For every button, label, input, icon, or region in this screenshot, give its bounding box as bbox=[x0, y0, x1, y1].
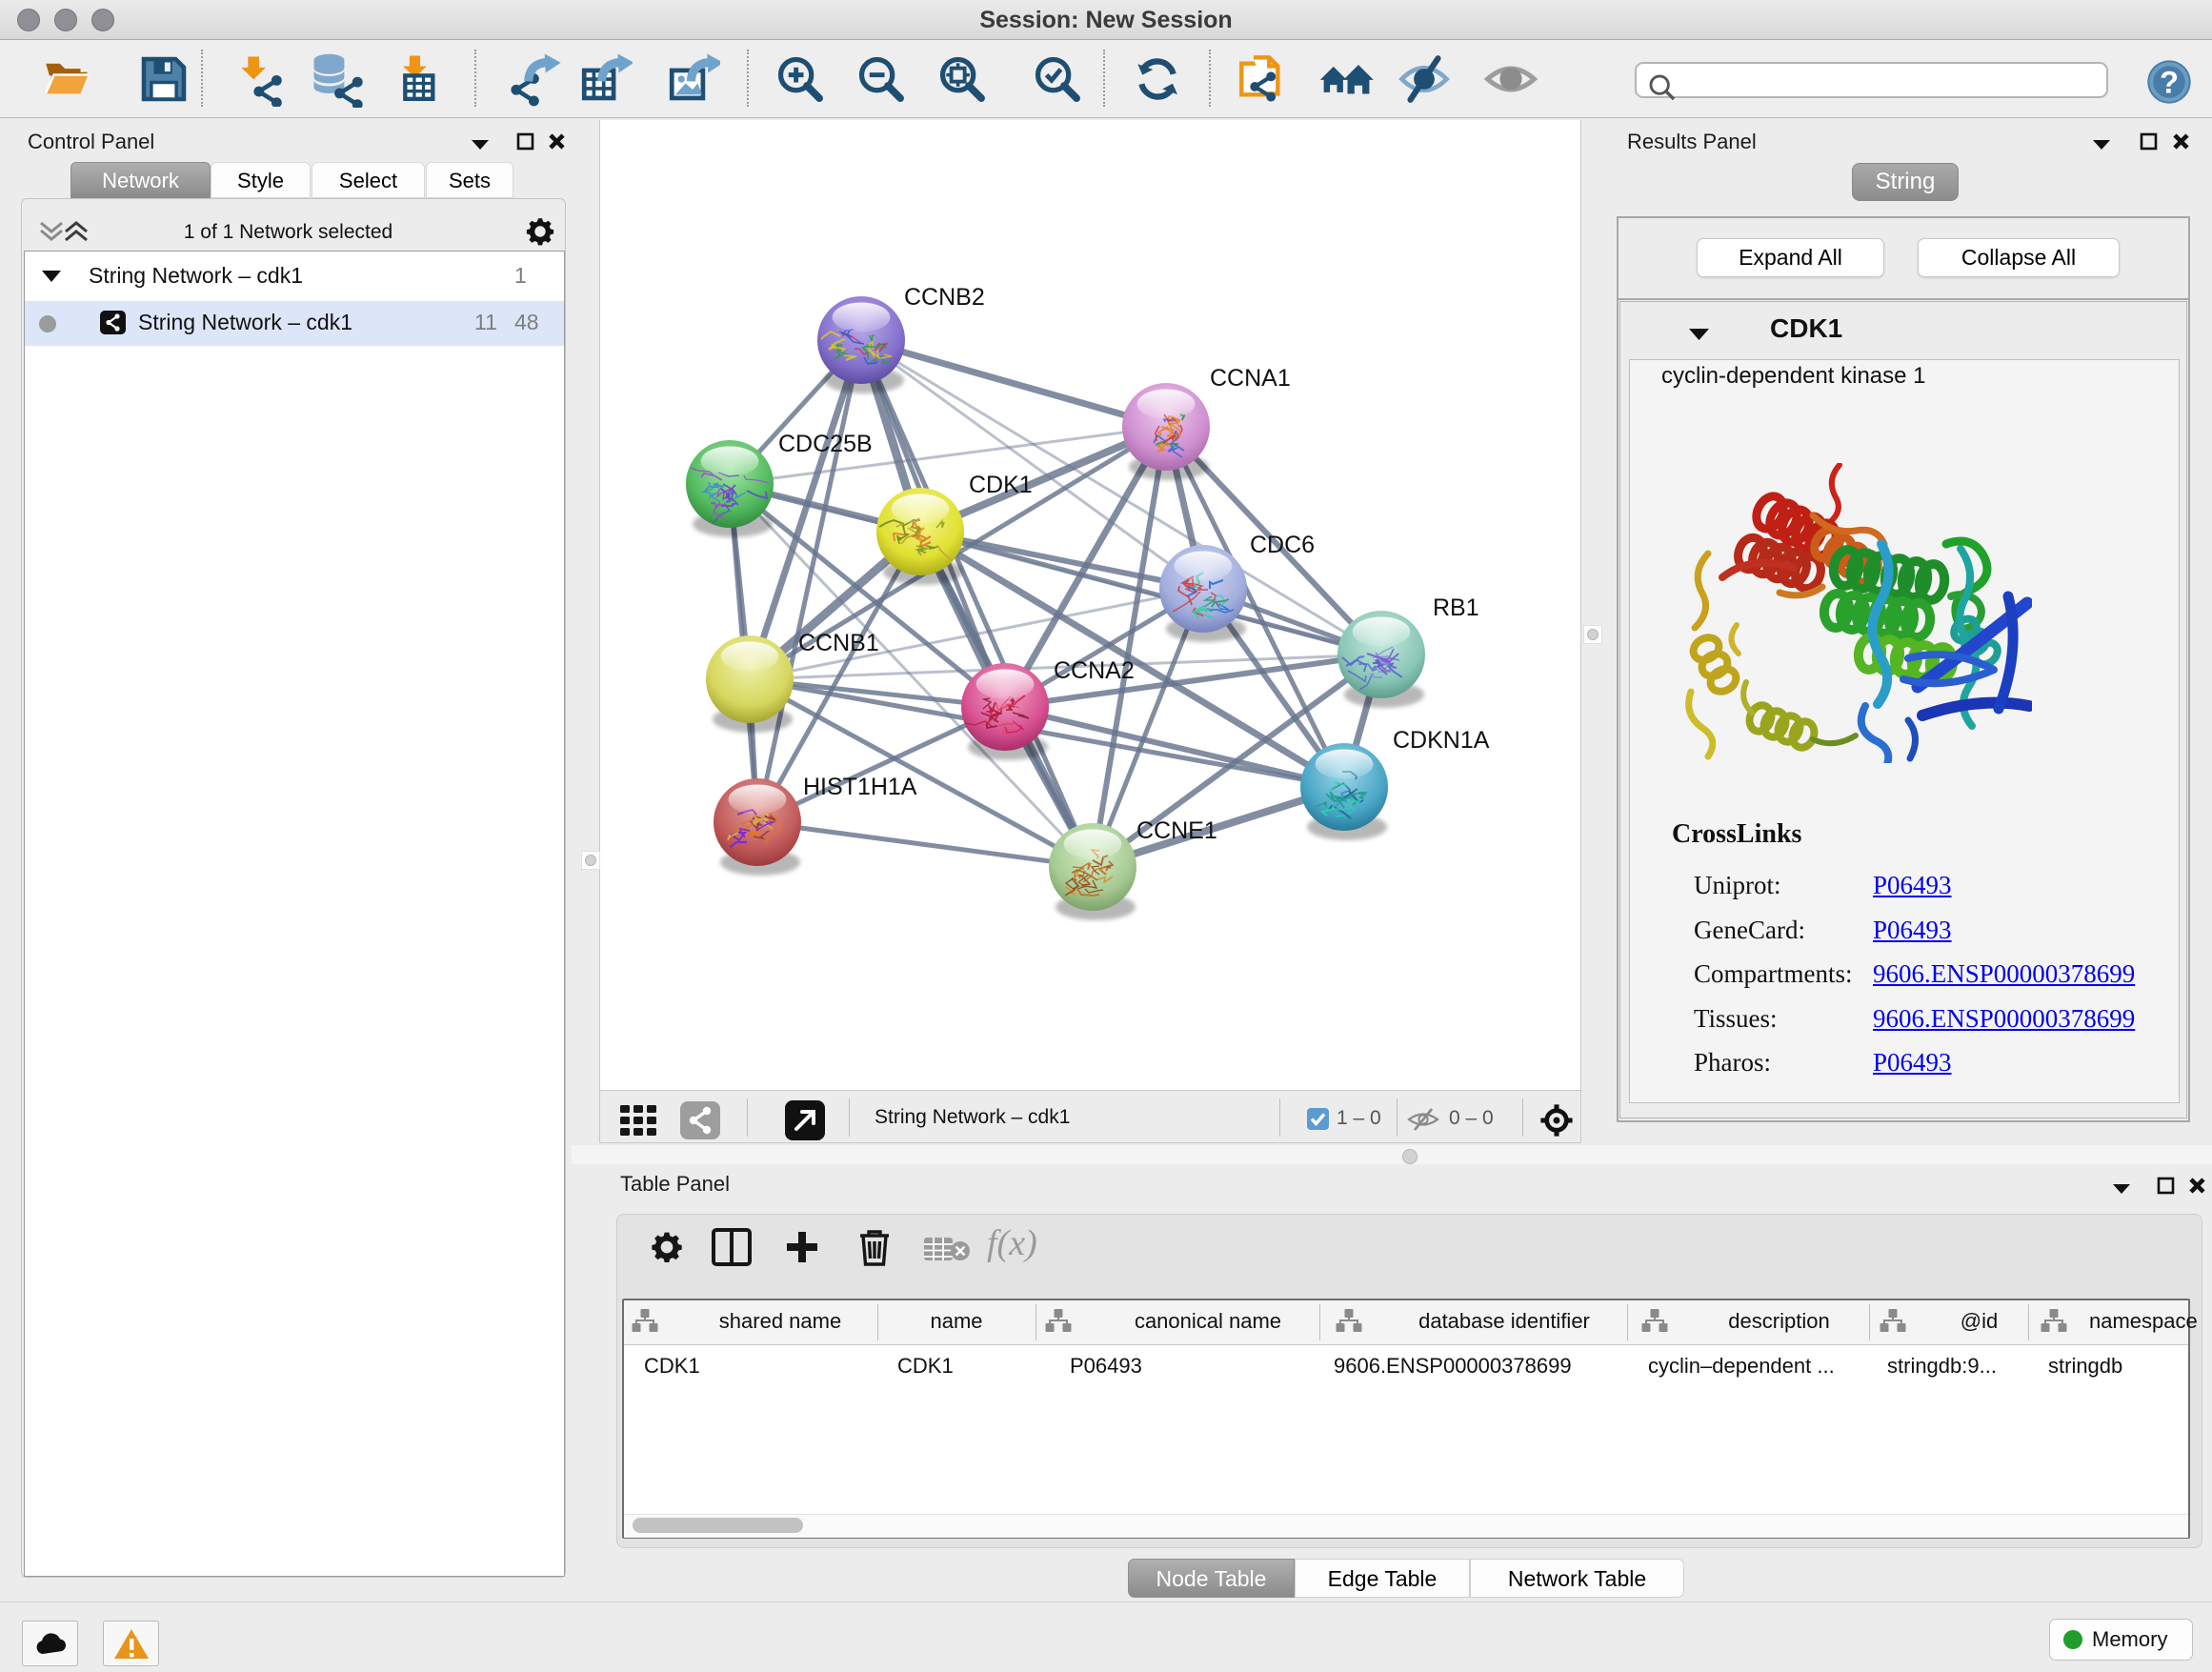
svg-text:CDK1: CDK1 bbox=[969, 472, 1033, 498]
svg-text:CCNA2: CCNA2 bbox=[1054, 657, 1135, 684]
svg-text:CDKN1A: CDKN1A bbox=[1393, 727, 1490, 754]
svg-text:?: ? bbox=[2160, 65, 2179, 100]
svg-text:RB1: RB1 bbox=[1433, 594, 1479, 621]
svg-text:CDC25B: CDC25B bbox=[778, 431, 873, 457]
svg-text:CCNB1: CCNB1 bbox=[798, 630, 879, 656]
svg-text:CCNE1: CCNE1 bbox=[1136, 817, 1217, 844]
svg-text:CCNA1: CCNA1 bbox=[1210, 365, 1291, 392]
svg-text:HIST1H1A: HIST1H1A bbox=[803, 774, 917, 800]
svg-text:CCNB2: CCNB2 bbox=[904, 284, 985, 311]
svg-text:CDC6: CDC6 bbox=[1250, 532, 1315, 558]
